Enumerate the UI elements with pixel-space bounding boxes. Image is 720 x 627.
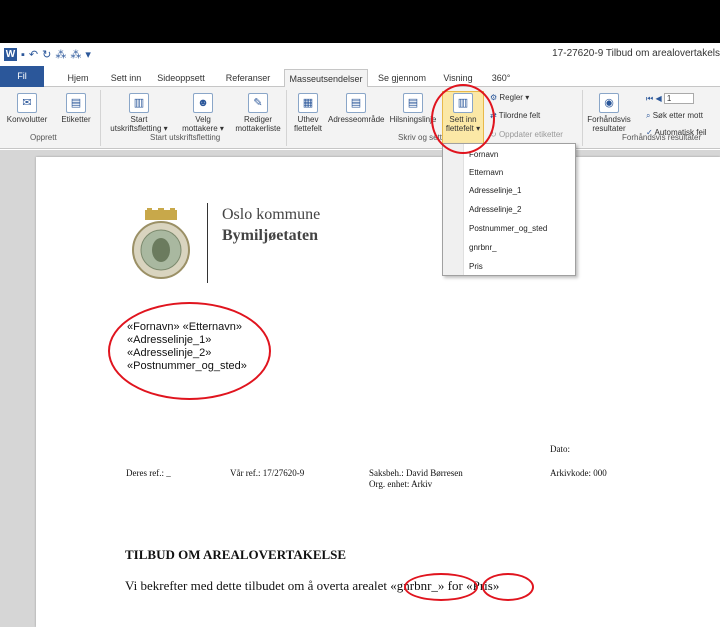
oppdater-etiketter-button[interactable]: ↻ Oppdater etiketter <box>490 130 563 139</box>
arkivkode: Arkivkode: 000 <box>550 468 607 478</box>
uthev-flettefelt-button[interactable]: ▦ Uthev flettefelt <box>288 93 328 133</box>
annotation-oval-address <box>108 302 271 400</box>
group-separator <box>100 90 101 146</box>
previous-record-icon[interactable]: ◀ <box>655 94 661 103</box>
org-name: Oslo kommune <box>222 206 321 223</box>
record-number-field[interactable]: 1 <box>663 93 694 104</box>
first-record-icon[interactable]: ⏮ <box>646 94 653 103</box>
ribbon-tabs: Fil Hjem Sett inn Sideoppsett Referanser… <box>0 66 720 88</box>
save-icon[interactable]: ▪ <box>21 49 25 61</box>
annotation-oval-insert-field <box>431 84 495 154</box>
tab-se-gjennom[interactable]: Se gjennom <box>372 69 432 87</box>
rediger-mottakerliste-button[interactable]: ✎ Rediger mottakerliste <box>232 93 284 133</box>
velg-mottakere-button[interactable]: ☻ Velg mottakere ▾ <box>176 93 230 133</box>
letter-heading: TILBUD OM AREALOVERTAKELSE <box>125 547 347 562</box>
tab-fil[interactable]: Fil <box>0 66 44 87</box>
tab-sideoppsett[interactable]: Sideoppsett <box>150 69 212 87</box>
recipients-icon: ☻ <box>193 93 213 113</box>
var-ref: Vår ref.: 17/27620-9 <box>230 468 305 478</box>
dato-label: Dato: <box>550 444 570 454</box>
search-recipient-icon: ⌕ <box>646 111 651 120</box>
menu-gutter <box>443 144 464 275</box>
adresseomrade-button[interactable]: ▤ Adresseområde <box>328 93 384 124</box>
oslo-seal-logo <box>132 208 190 279</box>
tilordne-felt-button[interactable]: ⇄ Tilordne felt <box>490 111 540 120</box>
preview-icon: ◉ <box>599 93 619 113</box>
menu-item-gnrbnr[interactable]: gnrbnr_ <box>469 243 497 252</box>
tree-icon-2[interactable]: ⁂ <box>70 48 81 61</box>
group-separator <box>286 90 287 146</box>
customize-qat-icon[interactable]: ▾ <box>85 48 91 61</box>
labels-icon: ▤ <box>66 93 86 113</box>
annotation-oval-gnrbnr <box>404 573 478 601</box>
start-utskriftsfletting-button[interactable]: ▥ Start utskriftsfletting ▾ <box>104 93 174 133</box>
group-label-forhandsvis: Forhåndsvis resultater <box>622 133 702 142</box>
menu-item-postnummer-og-sted[interactable]: Postnummer_og_sted <box>469 224 547 233</box>
regler-button[interactable]: ⚙ Regler ▾ <box>490 93 529 102</box>
deres-ref: Deres ref.: _ <box>126 468 171 478</box>
undo-icon[interactable]: ↶ <box>29 48 38 61</box>
body-text-start: Vi bekrefter med dette tilbudet om å ove… <box>125 578 391 593</box>
envelope-icon: ✉ <box>17 93 37 113</box>
tab-referanser[interactable]: Referanser <box>219 69 277 87</box>
annotation-oval-pris <box>482 573 534 601</box>
tab-sett-inn[interactable]: Sett inn <box>104 69 148 87</box>
group-label-opprett: Opprett <box>30 133 57 142</box>
tab-hjem[interactable]: Hjem <box>56 69 100 87</box>
saksbehandler: Saksbeh.: David Børresen <box>369 468 463 478</box>
greeting-line-icon: ▤ <box>403 93 423 113</box>
word-app-icon: W <box>4 48 17 61</box>
etiketter-button[interactable]: ▤ Etiketter <box>56 93 96 124</box>
redo-icon[interactable]: ↻ <box>42 48 51 61</box>
forhandsvis-resultater-button[interactable]: ◉ Forhåndsvis resultater <box>584 93 634 133</box>
konvolutter-button[interactable]: ✉ Konvolutter <box>2 93 52 124</box>
highlight-fields-icon: ▦ <box>298 93 318 113</box>
header-divider <box>207 203 208 283</box>
menu-item-etternavn[interactable]: Etternavn <box>469 168 503 177</box>
tab-360[interactable]: 360° <box>484 69 518 87</box>
window-title: 17-27620-9 Tilbud om arealovertakels <box>552 48 720 59</box>
menu-item-adresselinje-2[interactable]: Adresselinje_2 <box>469 205 521 214</box>
address-block-icon: ▤ <box>346 93 366 113</box>
org-enhet: Org. enhet: Arkiv <box>369 479 433 489</box>
document-icon: ▥ <box>129 93 149 113</box>
sok-etter-mottaker-button[interactable]: ⌕ Søk etter mott <box>646 111 703 121</box>
org-unit: Bymiljøetaten <box>222 227 318 244</box>
menu-item-pris[interactable]: Pris <box>469 262 483 271</box>
tab-masseutsendelser[interactable]: Masseutsendelser <box>284 69 368 88</box>
insert-merge-field-menu: Fornavn Etternavn Adresselinje_1 Adresse… <box>442 143 576 276</box>
group-separator <box>582 90 583 146</box>
edit-list-icon: ✎ <box>248 93 268 113</box>
rules-icon: ⚙ <box>490 93 498 102</box>
top-black-bar <box>0 0 720 43</box>
menu-item-adresselinje-1[interactable]: Adresselinje_1 <box>469 186 521 195</box>
record-navigation[interactable]: ⏮ ◀ 1 <box>646 93 694 104</box>
tree-icon[interactable]: ⁂ <box>55 48 66 61</box>
group-label-start: Start utskriftsfletting <box>150 133 221 142</box>
